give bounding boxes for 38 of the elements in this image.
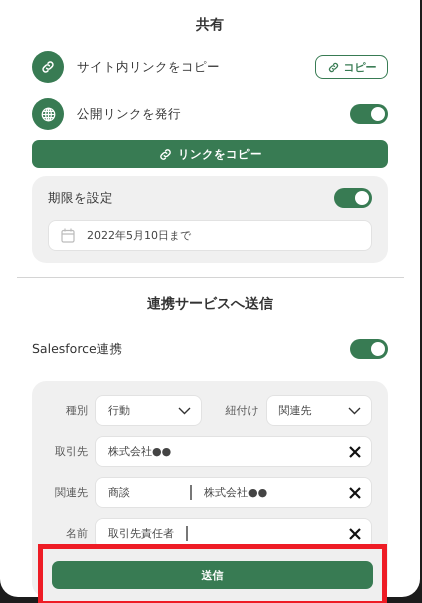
section-title: 共有: [196, 16, 224, 34]
calendar-icon: [61, 228, 75, 243]
copy-button[interactable]: コピー: [315, 55, 388, 79]
field-value: 商談: [108, 485, 131, 500]
copy-link-button[interactable]: リンクをコピー: [32, 140, 388, 168]
form-label: 名前: [65, 526, 88, 541]
chevron-down-icon: [348, 406, 361, 414]
row-label: 期限を設定: [48, 190, 114, 206]
select-field[interactable]: 行動: [95, 395, 202, 426]
chevron-down-icon: [178, 406, 190, 414]
link-icon: [326, 60, 340, 74]
text-field[interactable]: 株式会社●●: [95, 436, 372, 467]
toggle-switch[interactable]: [350, 339, 388, 359]
close-icon[interactable]: [349, 446, 361, 458]
select-field[interactable]: 関連先: [266, 395, 372, 426]
send-button[interactable]: 送信: [52, 561, 373, 589]
text-field[interactable]: 商談 株式会社●●: [95, 477, 372, 508]
section-title: 連携サービスへ送信: [147, 295, 273, 313]
form-label: 関連先: [54, 485, 88, 500]
field-value: 株式会社●●: [108, 444, 172, 459]
text-cursor: [186, 526, 188, 541]
field-value: 株式会社●●: [204, 485, 268, 500]
close-icon[interactable]: [349, 486, 361, 498]
form-label: 取引先: [54, 444, 88, 459]
link-icon: [158, 146, 173, 162]
row-label: サイト内リンクをコピー: [77, 58, 221, 76]
globe-icon: [40, 106, 56, 122]
date-value: 2022年5月10日まで: [87, 228, 191, 243]
close-icon[interactable]: [349, 528, 361, 540]
toggle-switch[interactable]: [350, 104, 388, 124]
row-label: 公開リンクを発行: [77, 106, 182, 122]
link-icon: [40, 59, 56, 75]
toggle-switch[interactable]: [334, 188, 372, 208]
field-value: 取引先責任者: [108, 526, 174, 541]
date-field[interactable]: 2022年5月10日まで: [48, 220, 372, 251]
form-label: 種別: [65, 403, 88, 418]
row-label: Salesforce連携: [32, 340, 124, 358]
form-label: 紐付け: [224, 403, 258, 418]
